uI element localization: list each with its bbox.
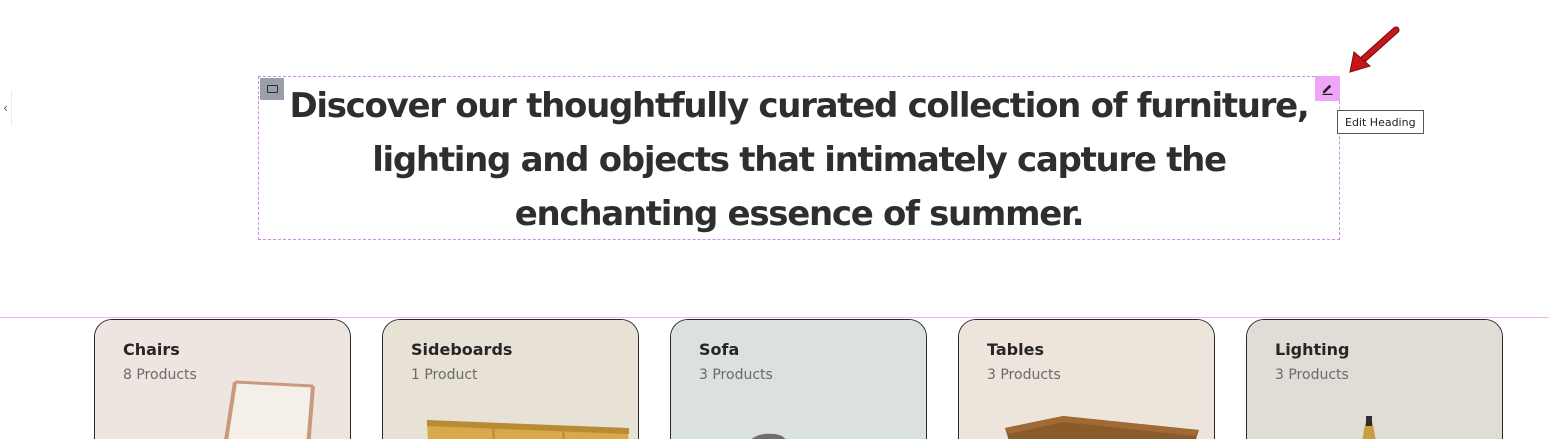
heading-widget[interactable]: Discover our thoughtfully curated collec… (258, 76, 1340, 240)
category-card-chairs[interactable]: Chairs 8 Products (94, 319, 351, 439)
pencil-icon (1322, 84, 1333, 95)
sidebar-collapse-toggle[interactable]: ‹ (0, 90, 12, 126)
category-card-sideboards[interactable]: Sideboards 1 Product (382, 319, 639, 439)
chevron-left-icon: ‹ (3, 101, 8, 115)
red-arrow-pointer (1349, 26, 1400, 73)
category-count: 3 Products (987, 367, 1061, 383)
section-divider (0, 317, 1549, 318)
category-card-lighting[interactable]: Lighting 3 Products (1246, 319, 1503, 439)
category-title: Sofa (699, 340, 740, 359)
category-card-tables[interactable]: Tables 3 Products (958, 319, 1215, 439)
category-count: 8 Products (123, 367, 197, 383)
category-count: 3 Products (1275, 367, 1349, 383)
category-title: Lighting (1275, 340, 1350, 359)
category-card-sofa[interactable]: Sofa 3 Products (670, 319, 927, 439)
category-title: Tables (987, 340, 1044, 359)
page-heading: Discover our thoughtfully curated collec… (289, 86, 1309, 234)
category-title: Sideboards (411, 340, 513, 359)
category-count: 1 Product (411, 367, 478, 383)
category-count: 3 Products (699, 367, 773, 383)
category-title: Chairs (123, 340, 180, 359)
edit-heading-tooltip: Edit Heading (1337, 110, 1424, 134)
edit-heading-button[interactable] (1315, 76, 1340, 101)
